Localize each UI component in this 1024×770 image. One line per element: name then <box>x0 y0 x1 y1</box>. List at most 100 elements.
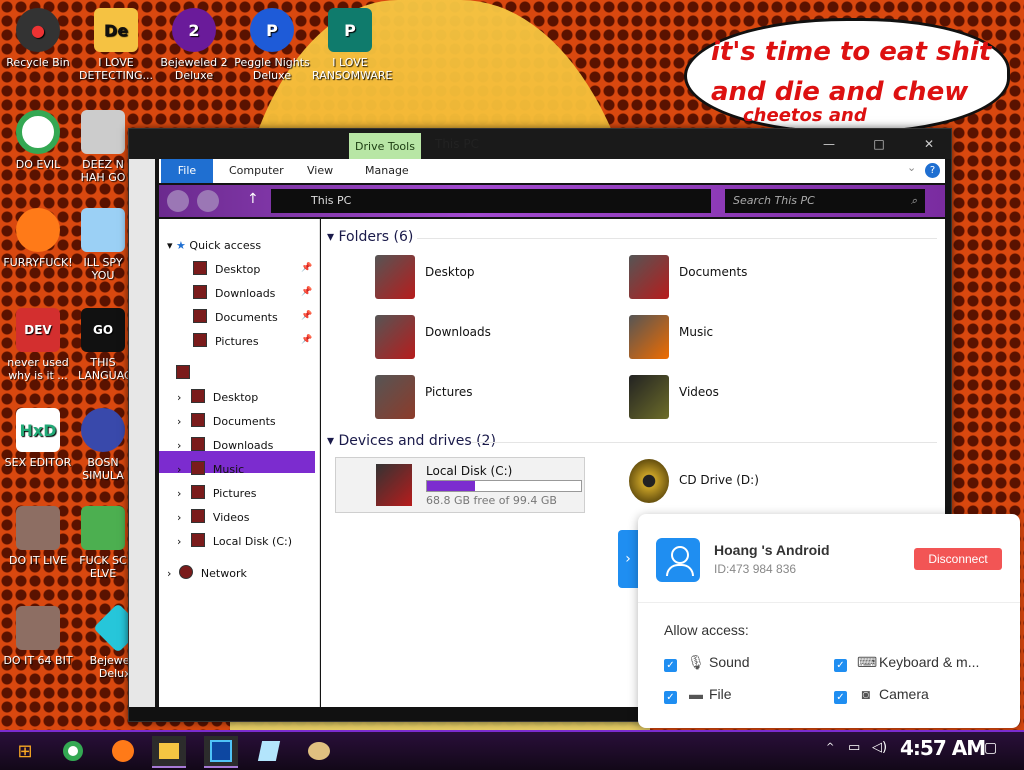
desktop-icon-hxd[interactable]: HxD SEX EDITOR <box>0 408 76 469</box>
desktop-icon-firefox[interactable]: FURRYFUCK! <box>0 208 76 269</box>
desktop-icon <box>193 261 207 275</box>
nav-qa-pictures[interactable]: Pictures <box>193 331 259 353</box>
desktop-icon-label: DO IT LIVE <box>9 554 67 567</box>
nav-pc-pictures[interactable]: › Pictures <box>177 483 256 505</box>
taskbar: ⊞ ^ ▭ ◁) 4:57 AM ▢ <box>0 730 1024 770</box>
nav-pc-desktop[interactable]: › Desktop <box>177 387 258 409</box>
nav-qa-desktop[interactable]: Desktop <box>193 259 260 281</box>
close-button[interactable]: ✕ <box>915 135 943 153</box>
desktop-icon-bosn[interactable]: BOSN SIMULA <box>78 408 128 482</box>
nav-pc-videos[interactable]: › Videos <box>177 507 249 529</box>
desktop-icon-do-it-64[interactable]: DO IT 64 BIT <box>0 606 76 667</box>
notification-icon[interactable]: ▢ <box>984 740 997 756</box>
up-arrow-icon[interactable]: ↑ <box>247 191 259 207</box>
permission-keyboard[interactable]: ✓ ⌨ Keyboard & m... <box>834 652 979 672</box>
back-button[interactable] <box>167 190 189 212</box>
desktop-icon-go[interactable]: GO THIS LANGUAG <box>78 308 128 382</box>
title-bar[interactable]: Drive Tools This PC — □ ✕ <box>129 129 951 159</box>
desktop-icon-detecting[interactable]: De I LOVE DETECTING... <box>78 8 154 82</box>
chevron-down-icon[interactable]: ⌄ <box>907 161 916 174</box>
taskbar-firefox[interactable] <box>106 736 140 766</box>
minimize-button[interactable]: — <box>815 135 843 153</box>
panel-toggle-button[interactable]: › <box>618 530 638 588</box>
nav-pc-documents[interactable]: › Documents <box>177 411 276 433</box>
drive-tools-tab[interactable]: Drive Tools <box>349 133 421 159</box>
folders-group-header[interactable]: ▾ Folders (6) <box>327 229 413 245</box>
desktop-icon-do-it-live[interactable]: DO IT LIVE <box>0 506 76 567</box>
taskbar-file-explorer[interactable] <box>152 736 186 768</box>
speech-line-3: cheetos and <box>743 105 867 126</box>
nav-pc-music[interactable]: › Music <box>177 459 244 481</box>
start-button[interactable]: ⊞ <box>8 736 42 766</box>
disconnect-button[interactable]: Disconnect <box>914 548 1002 570</box>
tab-file[interactable]: File <box>161 159 213 183</box>
divider <box>471 442 937 443</box>
nav-network[interactable]: › Network <box>167 563 247 585</box>
desktop-icon-fuck-sc[interactable]: FUCK SC ELVE <box>78 506 128 580</box>
search-input[interactable]: Search This PC ⌕ <box>725 189 925 213</box>
desktop-icon-spy[interactable]: ILL SPY YOU <box>78 208 128 282</box>
music-icon <box>190 461 205 475</box>
documents-folder-icon <box>629 255 669 299</box>
nav-qa-downloads[interactable]: Downloads <box>193 283 275 305</box>
pin-icon[interactable]: 📌 <box>301 263 312 273</box>
hard-disk-icon <box>376 464 412 506</box>
videos-icon <box>190 509 205 523</box>
taskbar-paint[interactable] <box>302 736 336 766</box>
desktop-icon-bejeweled2[interactable]: 2 Bejeweled 2 Deluxe <box>156 8 232 82</box>
forward-button[interactable] <box>197 190 219 212</box>
pin-icon[interactable]: 📌 <box>301 311 312 321</box>
nav-pc-local-disk[interactable]: › Local Disk (C:) <box>177 531 292 553</box>
desktop-icon-label: THIS LANGUAG <box>78 356 128 382</box>
desktop-icon-recycle-bin[interactable]: ● Recycle Bin <box>0 8 76 69</box>
desktop-icon-do-evil[interactable]: DO EVIL <box>0 110 76 171</box>
window-icon <box>210 740 232 762</box>
chrome-icon <box>63 741 83 761</box>
user-avatar-icon <box>656 538 700 582</box>
desktop-icon-label: I LOVE RANSOMWARE <box>312 56 393 82</box>
downloads-icon <box>190 437 205 451</box>
desktop-icon-deez[interactable]: DEEZ N HAH GO <box>78 110 128 184</box>
pin-icon[interactable]: 📌 <box>301 335 312 345</box>
tab-view[interactable]: View <box>307 159 333 183</box>
folder-label: Videos <box>679 385 719 399</box>
nav-pc-downloads[interactable]: › Downloads <box>177 435 273 457</box>
address-input[interactable]: This PC <box>271 189 711 213</box>
taskbar-app[interactable] <box>204 736 238 768</box>
nav-quick-access[interactable]: ▾ ★ Quick access <box>167 235 261 257</box>
tab-computer[interactable]: Computer <box>229 159 284 183</box>
devices-group-header[interactable]: ▾ Devices and drives (2) <box>327 433 496 449</box>
group-label: Folders (6) <box>338 229 414 245</box>
tab-manage[interactable]: Manage <box>365 159 409 183</box>
keyboard-checkbox[interactable]: ✓ <box>834 659 847 672</box>
volume-icon[interactable]: ◁) <box>872 740 887 755</box>
nav-qa-documents[interactable]: Documents <box>193 307 278 329</box>
nav-this-pc[interactable]: ▾ This PC <box>167 363 238 385</box>
publisher-icon: P <box>328 8 372 52</box>
pin-icon[interactable]: 📌 <box>301 287 312 297</box>
desktop-icon-peggle[interactable]: P Peggle Nights Deluxe <box>234 8 310 82</box>
permission-sound[interactable]: ✓ 🎙 Sound <box>664 652 749 672</box>
pictures-icon <box>190 485 205 499</box>
camera-checkbox[interactable]: ✓ <box>834 691 847 704</box>
permission-camera[interactable]: ✓ ◙ Camera <box>834 684 929 704</box>
chevron-up-icon[interactable]: ^ <box>826 742 834 753</box>
taskbar-chrome[interactable] <box>56 736 90 766</box>
folder-label: Desktop <box>425 265 475 279</box>
clock[interactable]: 4:57 AM <box>900 736 986 760</box>
sound-checkbox[interactable]: ✓ <box>664 659 677 672</box>
taskbar-tablet[interactable] <box>252 736 286 766</box>
drive-local-disk[interactable]: Local Disk (C:) 68.8 GB free of 99.4 GB <box>335 457 585 513</box>
nav-label: Music <box>212 463 245 476</box>
window-title: This PC <box>435 137 479 151</box>
network-icon[interactable]: ▭ <box>848 740 860 755</box>
maximize-button[interactable]: □ <box>865 135 893 153</box>
desktop-icon-label: DEEZ N HAH GO <box>80 158 126 184</box>
file-checkbox[interactable]: ✓ <box>664 691 677 704</box>
microphone-icon: 🎙 <box>687 654 705 670</box>
help-icon[interactable]: ? <box>925 163 940 178</box>
desktop-icon-ransomware[interactable]: P I LOVE RANSOMWARE <box>312 8 392 82</box>
desktop-icon-devcpp[interactable]: DEV never used why is it ... <box>0 308 76 382</box>
permission-file[interactable]: ✓ ▬ File <box>664 684 732 704</box>
nav-label: Pictures <box>215 335 259 348</box>
